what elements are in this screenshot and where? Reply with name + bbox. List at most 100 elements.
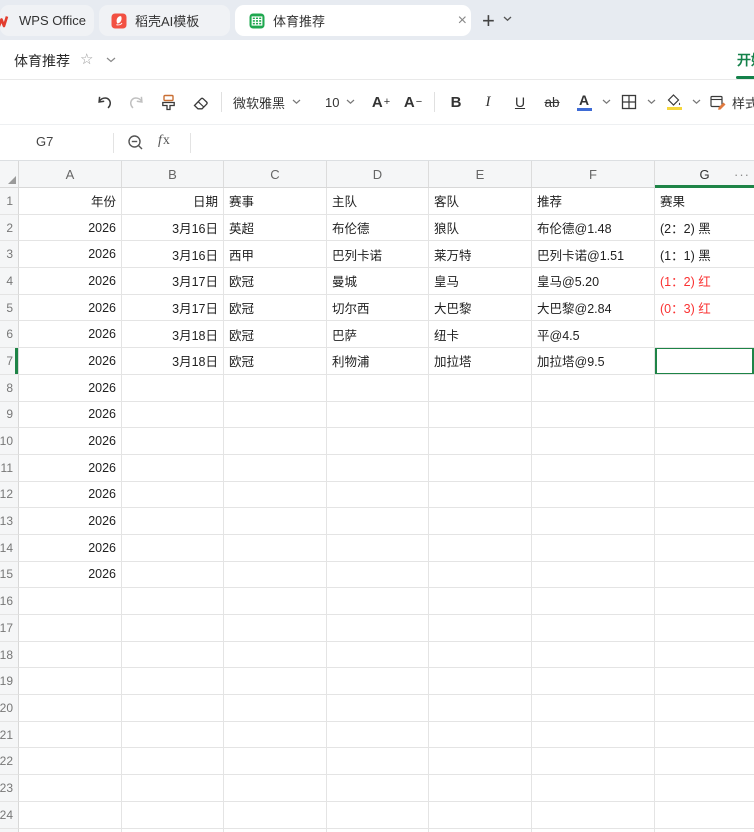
cell-F12[interactable] <box>532 481 655 509</box>
cell-B8[interactable] <box>122 374 224 402</box>
cell-G8[interactable] <box>655 375 754 402</box>
cell-C16[interactable] <box>224 588 327 615</box>
row-header-18[interactable]: 18 <box>0 641 19 669</box>
cell-D15[interactable] <box>327 561 429 589</box>
cell-E11[interactable] <box>429 454 532 482</box>
underline-button[interactable]: U <box>504 87 536 117</box>
cell-G13[interactable] <box>655 508 754 535</box>
cell-G22[interactable] <box>655 748 754 776</box>
cell-G17[interactable] <box>655 615 754 642</box>
cell-C13[interactable] <box>224 508 327 535</box>
font-size-select[interactable]: 10 <box>319 87 365 117</box>
cell-F9[interactable] <box>532 401 655 429</box>
cell-A9[interactable]: 2026 <box>19 401 122 429</box>
cell-F22[interactable] <box>532 748 655 776</box>
cell-D16[interactable] <box>327 588 429 615</box>
bold-button[interactable]: B <box>440 87 472 117</box>
cell-A17[interactable] <box>19 615 122 642</box>
cell-B23[interactable] <box>122 775 224 802</box>
cell-G12[interactable] <box>655 482 754 509</box>
cell-C18[interactable] <box>224 641 327 669</box>
fill-color-button[interactable] <box>658 87 690 117</box>
column-header-E[interactable]: E <box>429 161 532 187</box>
cell-F10[interactable] <box>532 428 655 455</box>
cell-B11[interactable] <box>122 454 224 482</box>
row-header-3[interactable]: 3 <box>0 241 19 269</box>
row-header-12[interactable]: 12 <box>0 481 19 509</box>
borders-button[interactable] <box>613 87 645 117</box>
cell-B14[interactable] <box>122 534 224 562</box>
cell-E19[interactable] <box>429 668 532 696</box>
cell-G20[interactable] <box>655 695 754 722</box>
cell-C14[interactable] <box>224 534 327 562</box>
cell-D2[interactable]: 布伦德 <box>327 214 429 242</box>
cell-A13[interactable]: 2026 <box>19 508 122 535</box>
cell-G3[interactable]: (1：1) 黑 <box>655 241 754 269</box>
cell-C3[interactable]: 西甲 <box>224 241 327 269</box>
cell-F5[interactable]: 大巴黎@2.84 <box>532 294 655 322</box>
title-chevron-down-icon[interactable] <box>106 57 116 63</box>
cell-D22[interactable] <box>327 748 429 776</box>
cell-B4[interactable]: 3月17日 <box>122 268 224 295</box>
cell-C17[interactable] <box>224 615 327 642</box>
ribbon-tab-home[interactable]: 开始 <box>737 50 754 70</box>
cell-G10[interactable] <box>655 428 754 455</box>
cell-E13[interactable] <box>429 508 532 535</box>
cell-C12[interactable] <box>224 481 327 509</box>
cell-E22[interactable] <box>429 748 532 776</box>
cell-A20[interactable] <box>19 695 122 722</box>
row-header-19[interactable]: 19 <box>0 668 19 696</box>
cell-A4[interactable]: 2026 <box>19 268 122 295</box>
cell-A5[interactable]: 2026 <box>19 294 122 322</box>
cell-G4[interactable]: (1：2) 红 <box>655 268 754 295</box>
cell-B20[interactable] <box>122 695 224 722</box>
cell-E12[interactable] <box>429 481 532 509</box>
column-header-C[interactable]: C <box>224 161 327 187</box>
cell-B9[interactable] <box>122 401 224 429</box>
cell-E20[interactable] <box>429 695 532 722</box>
cell-C22[interactable] <box>224 748 327 776</box>
cell-C19[interactable] <box>224 668 327 696</box>
cell-E24[interactable] <box>429 801 532 829</box>
cell-D5[interactable]: 切尔西 <box>327 294 429 322</box>
cell-E23[interactable] <box>429 775 532 802</box>
tab-wps-office[interactable]: WPS Office <box>0 5 94 36</box>
cell-F7[interactable]: 加拉塔@9.5 <box>532 348 655 375</box>
cell-E6[interactable]: 纽卡 <box>429 321 532 349</box>
more-columns-icon[interactable]: ··· <box>734 167 750 182</box>
row-header-15[interactable]: 15 <box>0 561 19 589</box>
decrease-font-size-button[interactable]: A − <box>397 87 429 117</box>
row-header-8[interactable]: 8 <box>0 374 19 402</box>
cell-D9[interactable] <box>327 401 429 429</box>
tab-docer-ai[interactable]: 稻壳AI模板 <box>99 5 230 36</box>
font-name-select[interactable]: 微软雅黑 <box>227 87 319 117</box>
cell-G6[interactable] <box>655 321 754 349</box>
cell-B10[interactable] <box>122 428 224 455</box>
cell-A7[interactable]: 2026 <box>19 348 122 375</box>
cell-E5[interactable]: 大巴黎 <box>429 294 532 322</box>
row-header-9[interactable]: 9 <box>0 401 19 429</box>
increase-font-size-button[interactable]: A + <box>365 87 397 117</box>
cell-A14[interactable]: 2026 <box>19 534 122 562</box>
cell-C15[interactable] <box>224 561 327 589</box>
cell-E1[interactable]: 客队 <box>429 188 532 215</box>
cell-C4[interactable]: 欧冠 <box>224 268 327 295</box>
select-all-corner[interactable] <box>0 161 19 187</box>
new-tab-button[interactable]: + <box>482 8 495 34</box>
italic-button[interactable]: I <box>472 87 504 117</box>
cell-E3[interactable]: 莱万特 <box>429 241 532 269</box>
cell-F19[interactable] <box>532 668 655 696</box>
cell-C8[interactable] <box>224 374 327 402</box>
cell-G24[interactable] <box>655 802 754 829</box>
cell-F18[interactable] <box>532 641 655 669</box>
cell-G16[interactable] <box>655 588 754 615</box>
row-header-21[interactable]: 21 <box>0 721 19 749</box>
cell-F25[interactable] <box>532 828 655 832</box>
cell-B2[interactable]: 3月16日 <box>122 214 224 242</box>
borders-chevron-icon[interactable] <box>647 99 656 105</box>
cell-F17[interactable] <box>532 615 655 642</box>
cell-B19[interactable] <box>122 668 224 696</box>
cell-C7[interactable]: 欧冠 <box>224 348 327 375</box>
cell-G19[interactable] <box>655 668 754 696</box>
favorite-star-icon[interactable]: ☆ <box>80 50 93 68</box>
